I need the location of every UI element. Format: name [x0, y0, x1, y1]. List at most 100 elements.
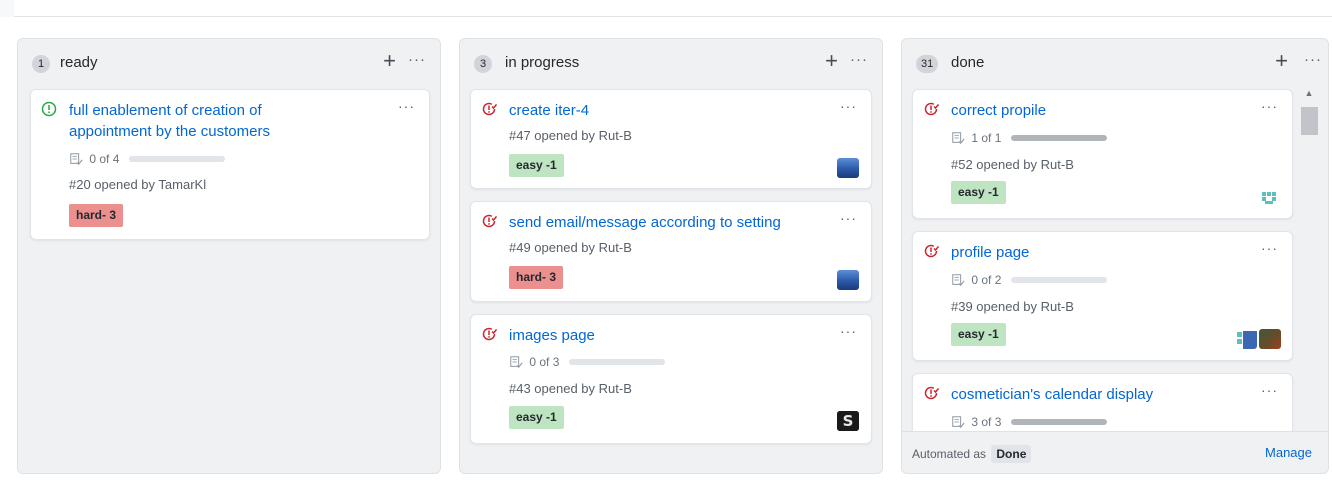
- card-menu-button[interactable]: ···: [1261, 98, 1278, 114]
- avatar-image: S: [837, 411, 859, 431]
- issue-opened-icon: [41, 101, 57, 117]
- issue-card[interactable]: cosmetician's calendar display ··· 3 of …: [912, 373, 1293, 433]
- issue-opened-by: #20 opened by TamarKl: [69, 177, 207, 192]
- issue-closed-icon: [924, 244, 939, 258]
- card-menu-button[interactable]: ···: [1261, 382, 1278, 398]
- task-progress-bar: [128, 155, 225, 162]
- issue-title-link[interactable]: send email/message according to setting: [509, 212, 781, 233]
- card-menu-button[interactable]: ···: [398, 98, 415, 114]
- column-ready: 1 ready + ··· full enablement of creatio…: [17, 38, 441, 474]
- column-title: done: [951, 54, 985, 71]
- issue-card[interactable]: full enablement of creation of appointme…: [30, 89, 430, 240]
- issue-title-link[interactable]: images page: [509, 325, 595, 346]
- assignee-avatar[interactable]: [837, 270, 859, 290]
- column-scrollbar[interactable]: ▲ ▼: [1298, 85, 1320, 465]
- add-card-button[interactable]: +: [383, 48, 396, 74]
- add-card-button[interactable]: +: [1275, 48, 1288, 74]
- top-strip: [14, 0, 1332, 17]
- scroll-up-arrow-icon[interactable]: ▲: [1298, 85, 1320, 101]
- issue-closed-icon: [482, 102, 497, 116]
- issue-opened-by: #52 opened by Rut-B: [951, 157, 1074, 172]
- card-menu-button[interactable]: ···: [840, 323, 857, 339]
- issue-label[interactable]: easy -1: [509, 406, 564, 429]
- task-progress: 1 of 1: [951, 130, 1107, 146]
- task-progress-text: 0 of 4: [89, 151, 120, 166]
- issue-title-link[interactable]: full enablement of creation of appointme…: [69, 100, 270, 142]
- tasklist-icon: [952, 274, 965, 286]
- task-progress-text: 0 of 3: [529, 354, 560, 369]
- issue-label[interactable]: easy -1: [951, 323, 1006, 346]
- task-progress: 3 of 3: [951, 414, 1107, 430]
- card-menu-button[interactable]: ···: [840, 210, 857, 226]
- issue-title-line: appointment by the customers: [69, 123, 270, 140]
- column-done: 31 done + ··· correct propile ··· 1 of 1…: [901, 38, 1329, 474]
- issue-label[interactable]: hard- 3: [509, 266, 564, 289]
- issue-closed-icon: [924, 386, 939, 400]
- assignee-avatar[interactable]: [1258, 188, 1280, 208]
- issue-opened-by: #43 opened by Rut-B: [509, 381, 632, 396]
- column-header: 3 in progress + ···: [460, 39, 882, 89]
- assignee-avatar[interactable]: S: [837, 411, 859, 431]
- issue-opened-by: #47 opened by Rut-B: [509, 128, 632, 143]
- issue-label[interactable]: easy -1: [509, 154, 564, 177]
- issue-title-link[interactable]: cosmetician's calendar display: [951, 384, 1153, 405]
- column-count-badge: 1: [32, 55, 50, 73]
- column-menu-button[interactable]: ···: [1304, 51, 1322, 68]
- issue-closed-icon: [482, 214, 497, 228]
- tasklist-icon: [952, 416, 965, 428]
- task-progress-fill: [1010, 134, 1107, 141]
- issue-card[interactable]: create iter-4 ··· #47 opened by Rut-B ea…: [470, 89, 872, 189]
- avatar-image: [1237, 331, 1257, 349]
- issue-label[interactable]: hard- 3: [69, 204, 124, 227]
- issue-closed-icon: [924, 102, 939, 116]
- assignee-avatar[interactable]: [837, 158, 859, 178]
- issue-title-line: full enablement of creation of: [69, 102, 262, 119]
- card-menu-button[interactable]: ···: [1261, 240, 1278, 256]
- column-header: 1 ready + ···: [18, 39, 440, 89]
- column-menu-button[interactable]: ···: [408, 51, 426, 68]
- task-progress-bar: [1010, 134, 1107, 141]
- tasklist-icon: [952, 132, 965, 144]
- column-count-badge: 3: [474, 55, 492, 73]
- assignee-avatar[interactable]: [1235, 329, 1257, 349]
- issue-opened-by: #49 opened by Rut-B: [509, 240, 632, 255]
- automation-label: Automated as: [912, 447, 987, 461]
- column-in-progress: 3 in progress + ··· create iter-4 ··· #4…: [459, 38, 883, 474]
- manage-automation-link[interactable]: Manage: [1265, 445, 1312, 460]
- issue-label[interactable]: easy -1: [951, 181, 1006, 204]
- task-progress-text: 3 of 3: [971, 414, 1002, 429]
- column-title: ready: [60, 54, 98, 71]
- issue-card[interactable]: profile page ··· 0 of 2 #39 opened by Ru…: [912, 231, 1293, 361]
- svg-text:S: S: [843, 412, 854, 430]
- issue-card[interactable]: images page ··· 0 of 3 #43 opened by Rut…: [470, 314, 872, 444]
- assignee-avatar[interactable]: [1259, 329, 1281, 349]
- column-title: in progress: [505, 54, 580, 71]
- task-progress-bar: [1010, 276, 1107, 283]
- avatar-image: [1262, 192, 1276, 204]
- column-automation-footer: Automated as Done Manage: [902, 431, 1328, 473]
- issue-title-link[interactable]: correct propile: [951, 100, 1046, 121]
- column-menu-button[interactable]: ···: [850, 51, 868, 68]
- column-header: 31 done + ···: [902, 39, 1328, 89]
- tasklist-icon: [510, 356, 523, 368]
- task-progress-fill: [1010, 418, 1107, 425]
- card-menu-button[interactable]: ···: [840, 98, 857, 114]
- issue-card[interactable]: correct propile ··· 1 of 1 #52 opened by…: [912, 89, 1293, 219]
- column-count-badge: 31: [916, 55, 939, 73]
- task-progress: 0 of 3: [509, 354, 665, 370]
- issue-title-link[interactable]: profile page: [951, 242, 1029, 263]
- automation-status: Automated as Done: [912, 445, 1032, 463]
- task-progress-bar: [1010, 418, 1107, 425]
- task-progress-text: 1 of 1: [971, 130, 1002, 145]
- project-board: 1 ready + ··· full enablement of creatio…: [0, 17, 1332, 482]
- issue-opened-by: #39 opened by Rut-B: [951, 299, 1074, 314]
- issue-title-link[interactable]: create iter-4: [509, 100, 589, 121]
- tasklist-icon: [70, 153, 83, 165]
- task-progress-bar: [568, 358, 665, 365]
- task-progress: 0 of 2: [951, 272, 1107, 288]
- task-progress-text: 0 of 2: [971, 272, 1002, 287]
- issue-card[interactable]: send email/message according to setting …: [470, 201, 872, 302]
- issue-closed-icon: [482, 327, 497, 341]
- add-card-button[interactable]: +: [825, 48, 838, 74]
- scroll-thumb[interactable]: [1301, 107, 1318, 135]
